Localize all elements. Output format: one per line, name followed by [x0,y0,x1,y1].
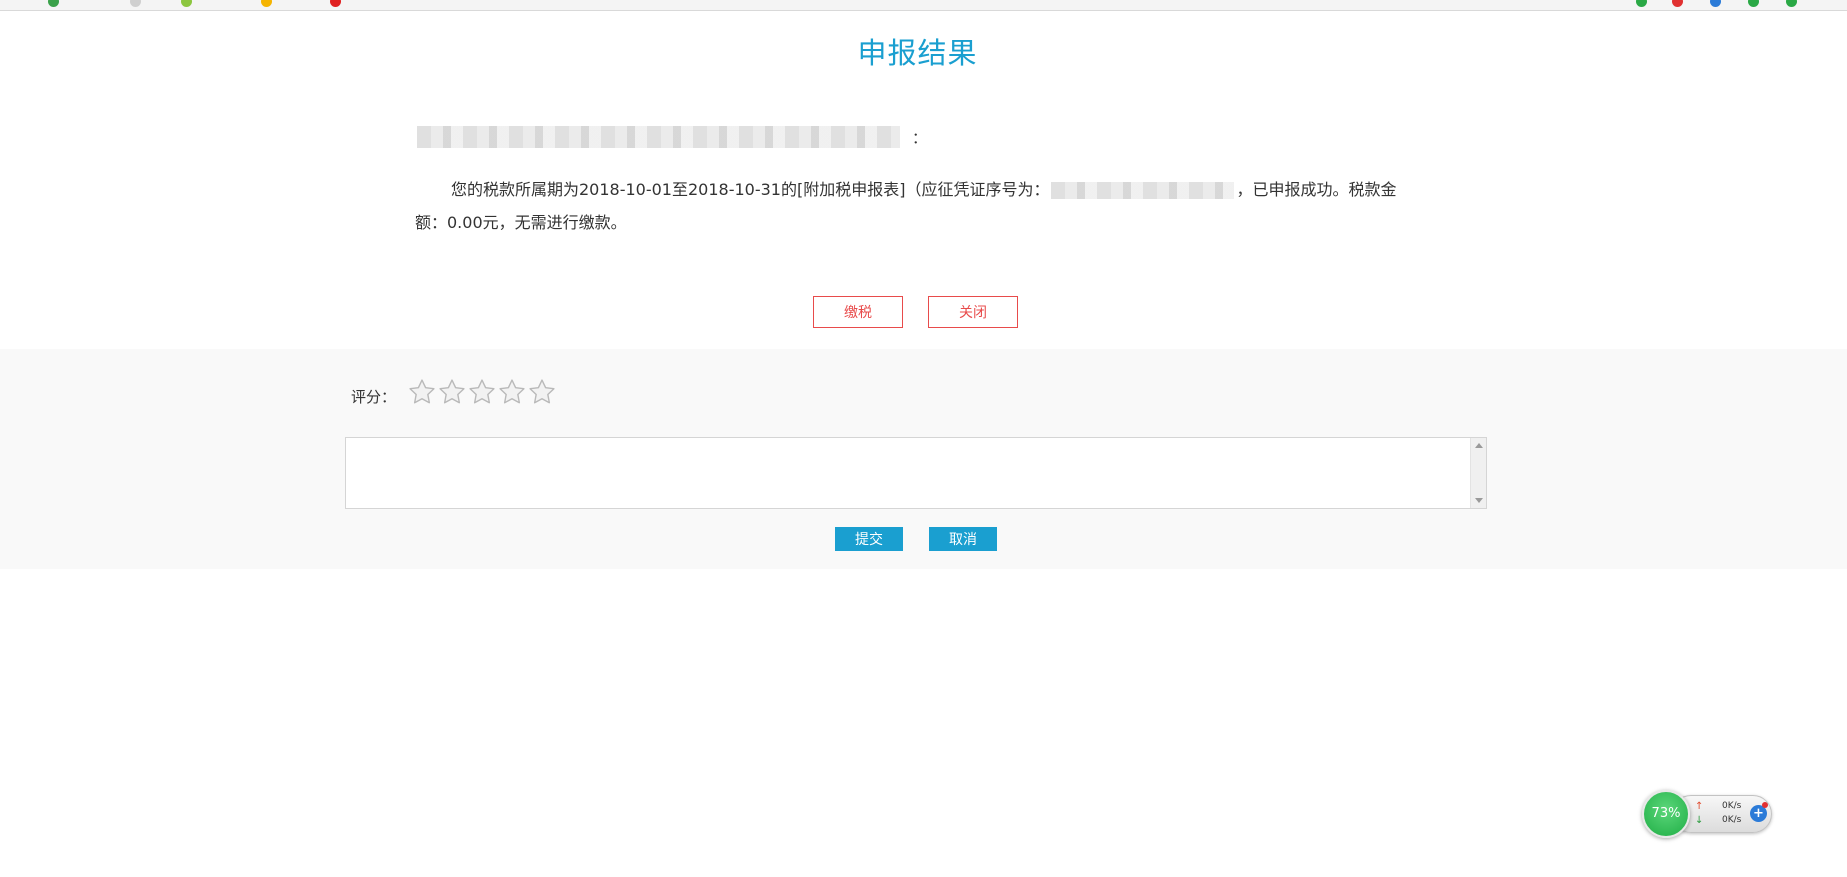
bookmark-icon[interactable] [48,0,59,7]
page-title: 申报结果 [857,36,978,70]
greeting-colon: ： [912,128,928,147]
redacted-taxpayer-name [417,126,900,148]
extension-icon[interactable] [1636,0,1647,7]
bookmark-icon[interactable] [130,0,141,7]
result-message-part-1: 您的税款所属期为2018-10-01至2018-10-31的[附加税申报表]（应… [451,180,1050,199]
extension-icon[interactable] [1672,0,1683,7]
scroll-up-icon[interactable] [1475,443,1483,448]
upload-speed: 0K/s [1722,801,1742,811]
download-speed: 0K/s [1722,815,1742,825]
network-speed-widget[interactable]: ↑ ↓ 0K/s 0K/s + 73% [1642,790,1772,838]
comment-textarea[interactable] [346,438,1470,508]
cancel-button[interactable]: 取消 [929,527,997,551]
close-button[interactable]: 关闭 [928,296,1018,328]
star-icon[interactable] [498,378,526,406]
pay-tax-button[interactable]: 缴税 [813,296,903,328]
bookmark-icon[interactable] [330,0,341,7]
star-icon[interactable] [468,378,496,406]
score-label: 评分： [351,388,397,406]
comment-box [345,437,1487,509]
feedback-panel: 评分： 提交 取消 [0,349,1847,569]
star-icon[interactable] [438,378,466,406]
memory-usage-circle[interactable]: 73% [1642,790,1690,838]
comment-scrollbar[interactable] [1470,438,1486,508]
upload-arrow-icon: ↑ [1695,801,1704,812]
bookmark-icon[interactable] [181,0,192,7]
extension-icon[interactable] [1748,0,1759,7]
download-arrow-icon: ↓ [1695,815,1704,826]
declaration-result-message: 您的税款所属期为2018-10-01至2018-10-31的[附加税申报表]（应… [415,173,1405,239]
star-rating [408,378,558,406]
browser-bookmarks-bar [0,0,1847,11]
extension-icon[interactable] [1710,0,1721,7]
extension-icon[interactable] [1786,0,1797,7]
notification-dot-icon [1762,802,1768,808]
scroll-down-icon[interactable] [1475,498,1483,503]
star-icon[interactable] [528,378,556,406]
redacted-voucher-number [1051,182,1235,199]
star-icon[interactable] [408,378,436,406]
submit-button[interactable]: 提交 [835,527,903,551]
bookmark-icon[interactable] [261,0,272,7]
taxpayer-greeting: ： [417,125,927,149]
